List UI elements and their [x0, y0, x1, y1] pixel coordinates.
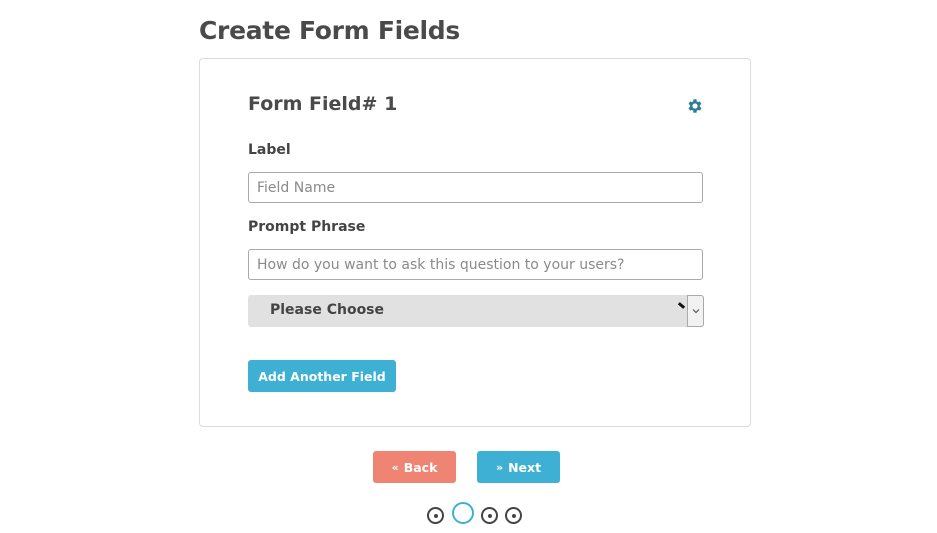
form-field-title: Form Field# 1: [248, 93, 398, 115]
step-dot-2-active[interactable]: [452, 502, 474, 524]
next-button-label: Next: [508, 459, 542, 475]
double-chevron-left-icon: «: [391, 460, 399, 474]
double-chevron-right-icon: »: [495, 460, 504, 474]
add-another-field-button[interactable]: Add Another Field: [248, 360, 396, 392]
select-cursor-mark: [677, 302, 686, 309]
back-button-label: Back: [403, 459, 438, 475]
page: Create Form Fields Form Field# 1 Label P…: [0, 0, 937, 533]
field-name-input[interactable]: [248, 172, 703, 203]
prompt-phrase-input[interactable]: [248, 249, 703, 280]
back-button[interactable]: « Back: [373, 451, 456, 483]
field-type-select[interactable]: Please Choose: [248, 295, 704, 327]
label-heading: Label: [248, 142, 291, 158]
step-dot-4[interactable]: [505, 507, 522, 524]
step-indicator: [0, 502, 937, 526]
step-dot-3[interactable]: [481, 507, 498, 524]
select-value: Please Choose: [270, 302, 385, 318]
chevron-down-icon[interactable]: [687, 295, 704, 327]
step-dot-1[interactable]: [427, 507, 444, 524]
gear-icon[interactable]: [686, 97, 704, 115]
page-title: Create Form Fields: [199, 16, 460, 45]
form-field-card: Form Field# 1 Label Prompt Phrase Please…: [199, 58, 751, 427]
next-button[interactable]: » Next: [477, 451, 560, 483]
prompt-phrase-heading: Prompt Phrase: [248, 219, 366, 235]
